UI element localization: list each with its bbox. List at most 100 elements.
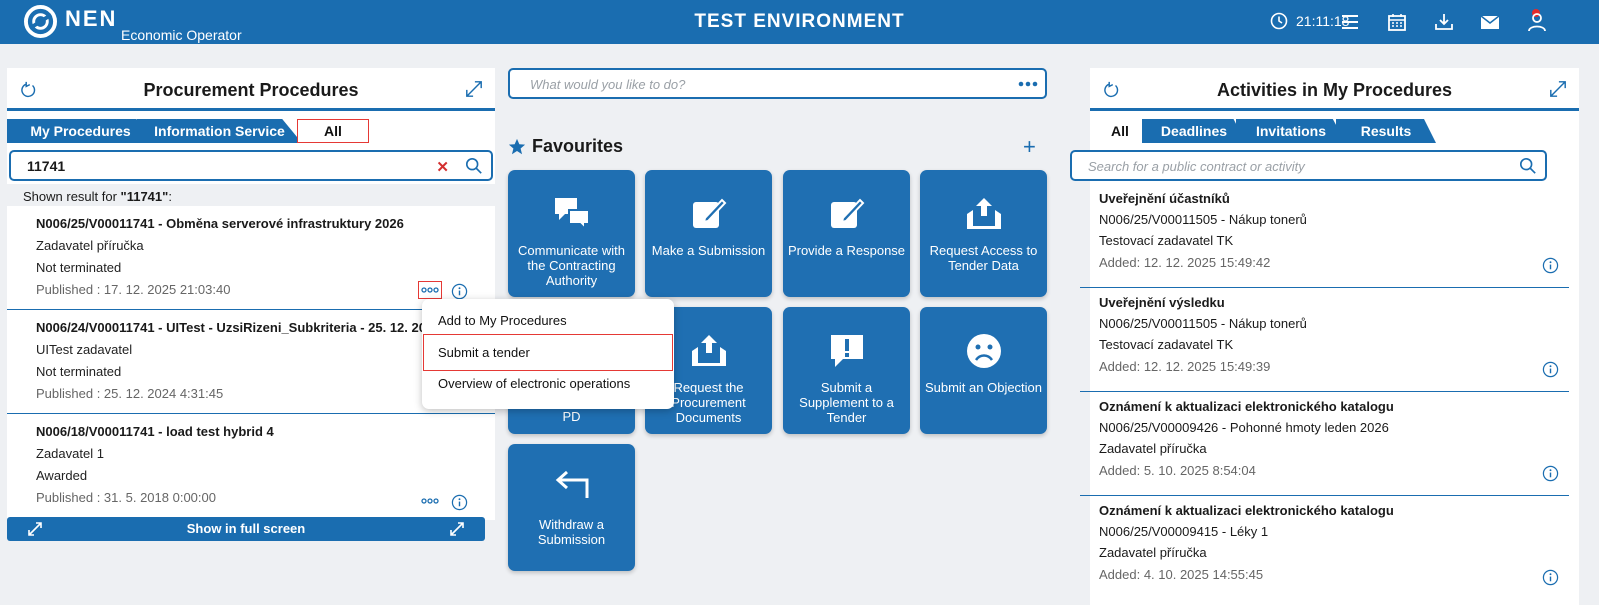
activity-item[interactable]: Oznámení k aktualizaci elektronického ka… xyxy=(1080,392,1569,496)
tab-all[interactable]: All xyxy=(297,119,369,143)
activity-authority: Zadavatel příručka xyxy=(1099,441,1207,456)
activity-contract: N006/25/V00011505 - Nákup tonerů xyxy=(1099,212,1307,227)
activity-item[interactable]: Oznámení k aktualizaci elektronického ka… xyxy=(1080,496,1569,600)
tile-submit-supplement[interactable]: Submit a Supplement to a Tender xyxy=(783,307,910,434)
tile-label: Submit a Supplement to a Tender xyxy=(799,380,894,425)
tile-withdraw-submission[interactable]: Withdraw a Submission xyxy=(508,444,635,571)
calendar-icon[interactable] xyxy=(1387,12,1407,32)
caption-prefix: Shown result for xyxy=(23,189,121,204)
activity-search-placeholder: Search for a public contract or activity xyxy=(1088,159,1305,174)
more-icon[interactable] xyxy=(1018,80,1038,88)
sad-face-icon xyxy=(966,334,1001,368)
info-icon[interactable] xyxy=(1542,361,1559,378)
edit-icon xyxy=(830,198,864,228)
activity-authority: Testovací zadavatel TK xyxy=(1099,337,1234,352)
upload-tray-icon xyxy=(691,335,726,366)
more-options-icon[interactable] xyxy=(419,493,441,509)
tile-label: Withdraw a Submission xyxy=(537,517,606,547)
activity-search-field[interactable]: Search for a public contract or activity xyxy=(1070,150,1547,181)
info-icon[interactable] xyxy=(1542,465,1559,482)
expand-icon[interactable] xyxy=(465,80,483,98)
mail-icon[interactable] xyxy=(1480,12,1500,32)
activity-tabs: All Deadlines Invitations Results xyxy=(1090,111,1579,147)
activity-added: Added: 5. 10. 2025 8:54:04 xyxy=(1099,463,1256,478)
activity-added: Added: 12. 12. 2025 15:49:39 xyxy=(1099,359,1271,374)
activity-title[interactable]: Uveřejnění výsledku xyxy=(1099,295,1569,310)
tile-communicate[interactable]: Communicate with the Contracting Authori… xyxy=(508,170,635,297)
more-options-icon[interactable] xyxy=(418,281,442,299)
info-icon[interactable] xyxy=(451,494,468,511)
activity-authority: Zadavatel příručka xyxy=(1099,545,1207,560)
menu-item-submit-tender[interactable]: Submit a tender xyxy=(438,345,530,360)
menu-icon[interactable] xyxy=(1340,12,1360,32)
tile-label: PD xyxy=(562,409,581,424)
user-icon[interactable] xyxy=(1527,12,1547,32)
expand-left-icon xyxy=(28,522,42,536)
show-full-screen-label: Show in full screen xyxy=(186,521,306,536)
activity-contract: N006/25/V00011505 - Nákup tonerů xyxy=(1099,316,1307,331)
tile-label: Make a Submission xyxy=(651,243,766,258)
expand-icon[interactable] xyxy=(1549,80,1567,98)
action-search-placeholder: What would you like to do? xyxy=(530,77,686,92)
caption-suffix: : xyxy=(168,189,172,204)
clear-icon[interactable]: ✕ xyxy=(436,158,449,176)
tile-submit-objection[interactable]: Submit an Objection xyxy=(920,307,1047,434)
procedure-item[interactable]: N006/25/V00011741 - Obměna serverové inf… xyxy=(7,206,495,310)
procedure-search-field[interactable]: 11741 ✕ xyxy=(9,150,493,181)
session-clock: 21:11:18 xyxy=(1270,12,1349,30)
activity-added: Added: 4. 10. 2025 14:55:45 xyxy=(1099,567,1264,582)
tab-my-procedures[interactable]: My Procedures xyxy=(7,119,154,143)
return-arrow-icon xyxy=(555,470,588,498)
panel-header: Activities in My Procedures xyxy=(1090,68,1579,111)
tab-deadlines[interactable]: Deadlines xyxy=(1142,119,1246,143)
tab-invitations[interactable]: Invitations xyxy=(1236,119,1346,143)
activity-contract: N006/25/V00009415 - Léky 1 xyxy=(1099,524,1269,539)
procedure-authority: Zadavatel příručka xyxy=(36,238,144,253)
star-icon xyxy=(508,138,526,154)
procedure-title[interactable]: N006/18/V00011741 - load test hybrid 4 xyxy=(36,424,495,439)
procedure-title[interactable]: N006/25/V00011741 - Obměna serverové inf… xyxy=(36,216,495,231)
action-search-field[interactable]: What would you like to do? xyxy=(508,68,1047,99)
info-icon[interactable] xyxy=(1542,569,1559,586)
edit-icon xyxy=(692,198,726,228)
panel-header: Procurement Procedures xyxy=(7,68,495,111)
menu-item-electronic-operations[interactable]: Overview of electronic operations xyxy=(438,376,630,391)
tab-information-service[interactable]: Information Service xyxy=(137,119,302,143)
tile-make-submission[interactable]: Make a Submission xyxy=(645,170,772,297)
procedure-item[interactable]: N006/18/V00011741 - load test hybrid 4 Z… xyxy=(7,414,495,520)
tile-provide-response[interactable]: Provide a Response xyxy=(783,170,910,297)
caption-query: "11741" xyxy=(120,189,169,204)
activity-title[interactable]: Uveřejnění účastníků xyxy=(1099,191,1569,206)
top-bar: NEN Economic Operator TEST ENVIRONMENT 2… xyxy=(0,0,1599,44)
favourites-heading: Favourites xyxy=(508,136,623,157)
add-favourite-button[interactable]: + xyxy=(1023,134,1036,160)
procedure-status: Awarded xyxy=(36,468,88,483)
search-icon[interactable] xyxy=(1519,157,1537,175)
search-value[interactable]: 11741 xyxy=(27,158,65,174)
show-full-screen-button[interactable]: Show in full screen xyxy=(7,517,485,541)
search-result-caption: Shown result for "11741": xyxy=(7,184,495,206)
nen-logo-icon[interactable] xyxy=(24,5,57,38)
chat-icon xyxy=(554,198,590,230)
tab-results[interactable]: Results xyxy=(1336,119,1436,143)
activity-item[interactable]: Uveřejnění účastníků N006/25/V00011505 -… xyxy=(1080,184,1569,288)
activity-title[interactable]: Oznámení k aktualizaci elektronického ka… xyxy=(1099,399,1569,414)
activity-added: Added: 12. 12. 2025 15:49:42 xyxy=(1099,255,1271,270)
download-icon[interactable] xyxy=(1434,12,1454,32)
menu-item-add-to-my-procedures[interactable]: Add to My Procedures xyxy=(438,313,567,328)
activity-item[interactable]: Uveřejnění výsledku N006/25/V00011505 - … xyxy=(1080,288,1569,392)
expand-right-icon xyxy=(450,522,464,536)
tile-request-access[interactable]: Request Access to Tender Data xyxy=(920,170,1047,297)
upload-tray-icon xyxy=(966,198,1001,229)
brand-name[interactable]: NEN xyxy=(65,6,117,32)
clock-icon xyxy=(1270,12,1288,30)
tile-label: Submit an Objection xyxy=(924,380,1043,395)
search-icon[interactable] xyxy=(465,157,483,175)
procedure-tabs: My Procedures Information Service All xyxy=(7,111,495,147)
procedure-context-menu: Add to My Procedures Submit a tender Ove… xyxy=(422,299,674,409)
info-icon[interactable] xyxy=(451,283,468,300)
activity-title[interactable]: Oznámení k aktualizaci elektronického ka… xyxy=(1099,503,1569,518)
tab-all-activities[interactable]: All xyxy=(1094,119,1146,143)
tile-label: Communicate with the Contracting Authori… xyxy=(518,243,625,288)
info-icon[interactable] xyxy=(1542,257,1559,274)
